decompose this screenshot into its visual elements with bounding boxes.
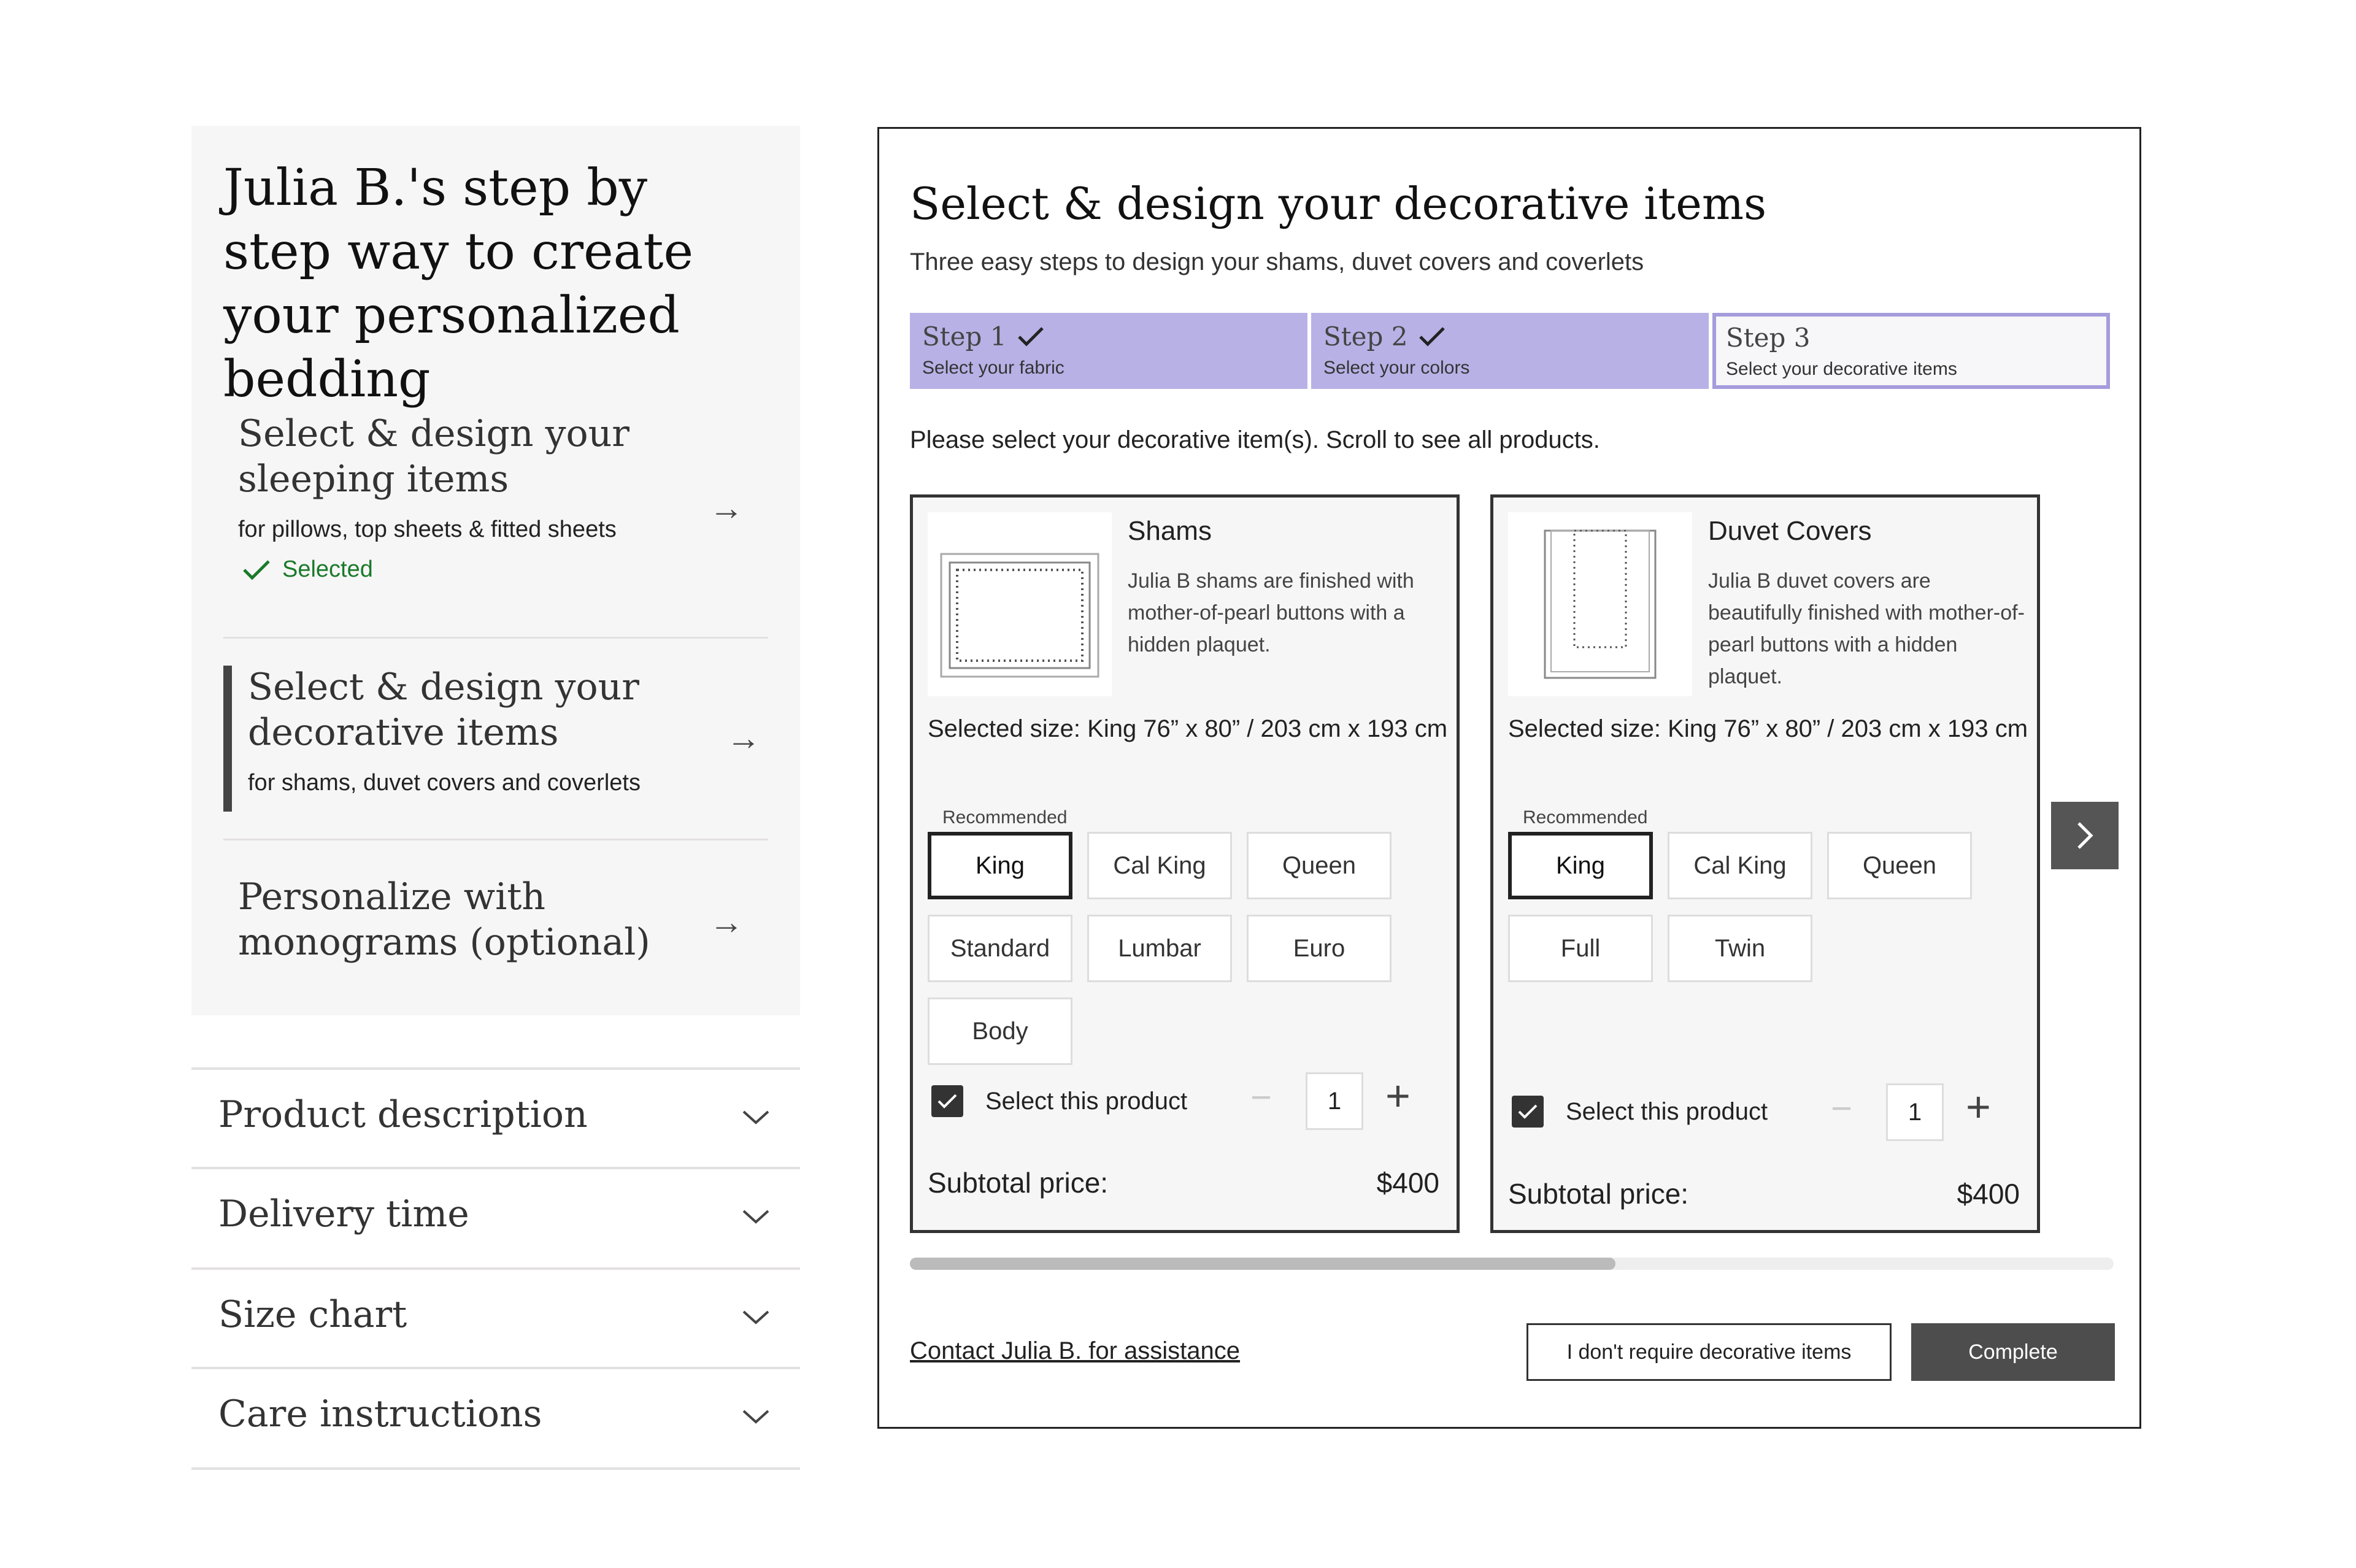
accordion-label: Delivery time — [218, 1193, 469, 1236]
carousel-next-button[interactable] — [2051, 802, 2119, 869]
step-description: Select your decorative items — [1726, 359, 1957, 379]
step-description: Select your colors — [1323, 358, 1470, 378]
chevron-down-icon — [742, 1110, 769, 1124]
step-title: Select & design your sleeping items — [238, 412, 629, 501]
select-product-label: Select this product — [985, 1087, 1188, 1115]
quantity-input[interactable]: 1 — [1886, 1083, 1944, 1141]
divider — [223, 839, 768, 840]
step-tab-2[interactable]: Step 2 Select your colors — [1311, 313, 1709, 389]
size-option-queen[interactable]: Queen — [1247, 832, 1392, 899]
checkmark-icon — [937, 1094, 957, 1109]
step-number: Step 1 — [922, 321, 1007, 352]
quantity-decrease-button[interactable]: − — [1250, 1079, 1272, 1116]
recommended-label: Recommended — [942, 807, 1068, 828]
progress-stepper: Step 1 Select your fabric Step 2 Select … — [910, 313, 2110, 389]
step-description: Select your fabric — [922, 358, 1064, 378]
accordion-delivery-time[interactable]: Delivery time — [191, 1167, 800, 1269]
scrollbar-thumb[interactable] — [910, 1258, 1615, 1270]
chevron-down-icon — [742, 1310, 769, 1324]
size-option-king[interactable]: King — [1508, 832, 1653, 899]
product-description: Julia B shams are finished with mother-o… — [1128, 569, 1414, 656]
size-option-body[interactable]: Body — [928, 997, 1072, 1065]
size-option-lumbar[interactable]: Lumbar — [1087, 915, 1232, 982]
chevron-right-icon — [2077, 822, 2093, 849]
contact-link[interactable]: Contact Julia B. for assistance — [910, 1337, 1240, 1365]
chevron-down-icon — [742, 1410, 769, 1424]
shams-image — [928, 512, 1112, 696]
step-title: Personalize with monograms (optional) — [238, 875, 650, 964]
product-card-duvet-covers: Duvet Covers Julia B duvet covers are be… — [1490, 494, 2040, 1233]
divider — [191, 1467, 800, 1470]
duvet-cover-image — [1508, 512, 1692, 696]
select-product-label: Select this product — [1566, 1097, 1768, 1125]
panel-title: Julia B.'s step by step way to create yo… — [223, 159, 693, 409]
accordion-label: Care instructions — [218, 1393, 542, 1435]
modal-title: Select & design your decorative items — [910, 178, 1767, 229]
quantity-increase-button[interactable]: + — [1385, 1074, 1411, 1117]
modal-subtitle: Three easy steps to design your shams, d… — [910, 248, 1644, 275]
check-icon — [1018, 326, 1044, 347]
step-subtitle: for pillows, top sheets & fitted sheets — [238, 517, 617, 542]
accordion-product-description[interactable]: Product description — [191, 1067, 800, 1169]
select-product-checkbox[interactable] — [931, 1085, 963, 1117]
select-product-row: Select this product — [1512, 1096, 1768, 1128]
step-title: Select & design your decorative items — [248, 666, 639, 754]
check-icon — [1419, 326, 1446, 347]
product-title: Duvet Covers — [1708, 516, 1872, 546]
size-option-twin[interactable]: Twin — [1668, 915, 1812, 982]
step-number: Step 2 — [1323, 321, 1408, 352]
divider — [223, 637, 768, 639]
arrow-right-icon: → — [726, 718, 761, 757]
accordion-care-instructions[interactable]: Care instructions — [191, 1367, 800, 1469]
decorative-items-modal: Select & design your decorative items Th… — [877, 127, 2141, 1429]
size-option-cal-king[interactable]: Cal King — [1668, 832, 1812, 899]
instruction-text: Please select your decorative item(s). S… — [910, 426, 1600, 453]
selected-status: Selected — [223, 556, 768, 583]
recommended-label: Recommended — [1523, 807, 1648, 828]
step-tab-1[interactable]: Step 1 Select your fabric — [910, 313, 1307, 389]
chevron-down-icon — [742, 1210, 769, 1224]
arrow-right-icon: → — [709, 488, 744, 527]
quantity-input[interactable]: 1 — [1306, 1072, 1363, 1130]
checkmark-icon — [1518, 1104, 1538, 1119]
size-option-queen[interactable]: Queen — [1827, 832, 1972, 899]
size-option-full[interactable]: Full — [1508, 915, 1653, 982]
step-sleeping-items[interactable]: Select & design your sleeping items for … — [223, 411, 768, 595]
sham-illustration — [940, 553, 1099, 678]
subtotal-label: Subtotal price: — [928, 1167, 1109, 1199]
step-number: Step 3 — [1726, 323, 1811, 353]
complete-button[interactable]: Complete — [1911, 1323, 2115, 1381]
product-card-shams: Shams Julia B shams are finished with mo… — [910, 494, 1460, 1233]
size-option-king[interactable]: King — [928, 832, 1072, 899]
step-monograms[interactable]: Personalize with monograms (optional) → — [223, 874, 768, 978]
quantity-increase-button[interactable]: + — [1966, 1085, 1991, 1128]
quantity-decrease-button[interactable]: − — [1831, 1090, 1852, 1127]
size-option-cal-king[interactable]: Cal King — [1087, 832, 1232, 899]
horizontal-scrollbar[interactable] — [910, 1258, 2114, 1270]
subtotal-label: Subtotal price: — [1508, 1178, 1689, 1210]
duvet-illustration — [1544, 529, 1657, 679]
product-title: Shams — [1128, 516, 1212, 546]
step-decorative-items[interactable]: Select & design your decorative items fo… — [223, 664, 768, 812]
subtotal-price: $400 — [1376, 1167, 1439, 1199]
select-product-row: Select this product — [931, 1085, 1187, 1117]
step-subtitle: for shams, duvet covers and coverlets — [248, 770, 641, 796]
size-option-standard[interactable]: Standard — [928, 915, 1072, 982]
step-tab-3[interactable]: Step 3 Select your decorative items — [1712, 313, 2110, 389]
decline-decorative-button[interactable]: I don't require decorative items — [1526, 1323, 1892, 1381]
steps-panel: Julia B.'s step by step way to create yo… — [191, 126, 800, 1015]
selected-size: Selected size: King 76” x 80” / 203 cm x… — [928, 715, 1448, 742]
selected-size: Selected size: King 76” x 80” / 203 cm x… — [1508, 715, 2028, 742]
select-product-checkbox[interactable] — [1512, 1096, 1544, 1128]
accordion-size-chart[interactable]: Size chart — [191, 1267, 800, 1369]
selected-label: Selected — [282, 556, 373, 582]
accordion-label: Size chart — [218, 1293, 407, 1336]
check-icon — [243, 559, 270, 580]
arrow-right-icon: → — [709, 902, 744, 941]
accordion-label: Product description — [218, 1093, 588, 1136]
size-option-euro[interactable]: Euro — [1247, 915, 1392, 982]
subtotal-price: $400 — [1957, 1178, 2020, 1210]
product-description: Julia B duvet covers are beautifully fin… — [1708, 569, 2025, 688]
